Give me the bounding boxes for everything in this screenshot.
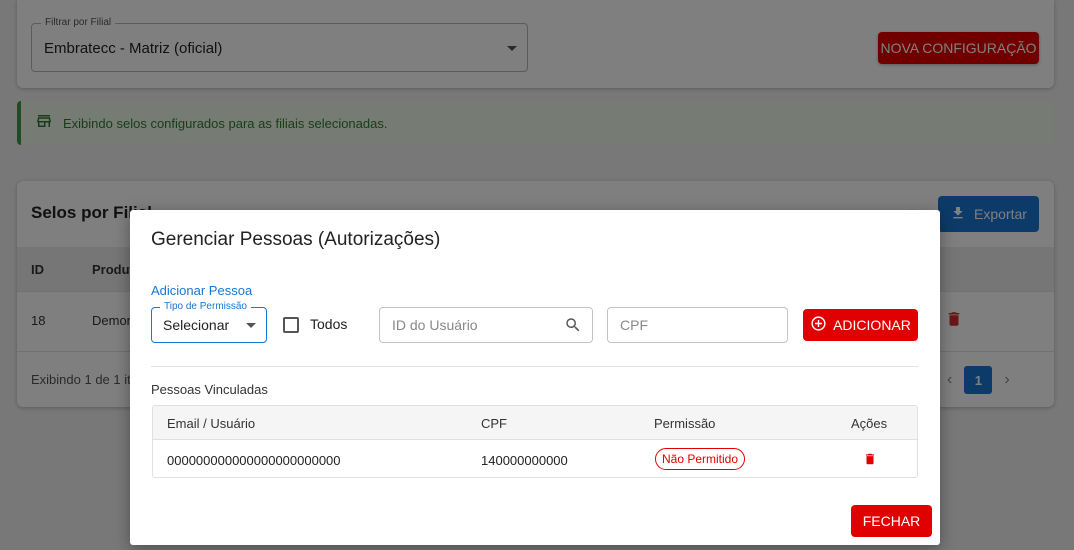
close-button[interactable]: FECHAR xyxy=(851,505,932,537)
column-header-email: Email / Usuário xyxy=(167,416,256,431)
permission-type-select[interactable]: Tipo de Permissão Selecionar xyxy=(151,301,267,343)
add-circle-icon xyxy=(810,315,827,335)
column-header-permission: Permissão xyxy=(654,416,716,431)
all-checkbox[interactable] xyxy=(283,317,299,333)
add-person-button[interactable]: ADICIONAR xyxy=(803,309,918,341)
row-email: 000000000000000000000000 xyxy=(167,453,341,468)
column-header-cpf: CPF xyxy=(481,416,507,431)
dialog-title: Gerenciar Pessoas (Autorizações) xyxy=(151,229,441,250)
column-header-actions: Ações xyxy=(851,416,888,431)
user-id-input[interactable] xyxy=(379,307,593,343)
row-cpf: 140000000000 xyxy=(481,453,568,468)
cpf-input[interactable] xyxy=(607,307,788,343)
add-person-section-label: Adicionar Pessoa xyxy=(151,283,253,298)
trash-icon[interactable] xyxy=(863,451,877,472)
chevron-down-icon xyxy=(246,323,256,328)
manage-people-dialog: Gerenciar Pessoas (Autorizações) Adicion… xyxy=(130,210,940,545)
permission-type-value: Selecionar xyxy=(163,317,230,333)
permission-type-label: Tipo de Permissão xyxy=(160,301,251,313)
search-icon[interactable] xyxy=(564,316,582,339)
add-person-label: ADICIONAR xyxy=(833,317,911,333)
permission-badge: Não Permitido xyxy=(655,448,746,470)
section-divider xyxy=(151,366,918,367)
table-header: Email / Usuário CPF Permissão Ações xyxy=(153,406,917,440)
linked-people-table: Email / Usuário CPF Permissão Ações 0000… xyxy=(152,405,918,478)
linked-people-label: Pessoas Vinculadas xyxy=(151,382,268,397)
all-checkbox-label: Todos xyxy=(310,316,348,332)
